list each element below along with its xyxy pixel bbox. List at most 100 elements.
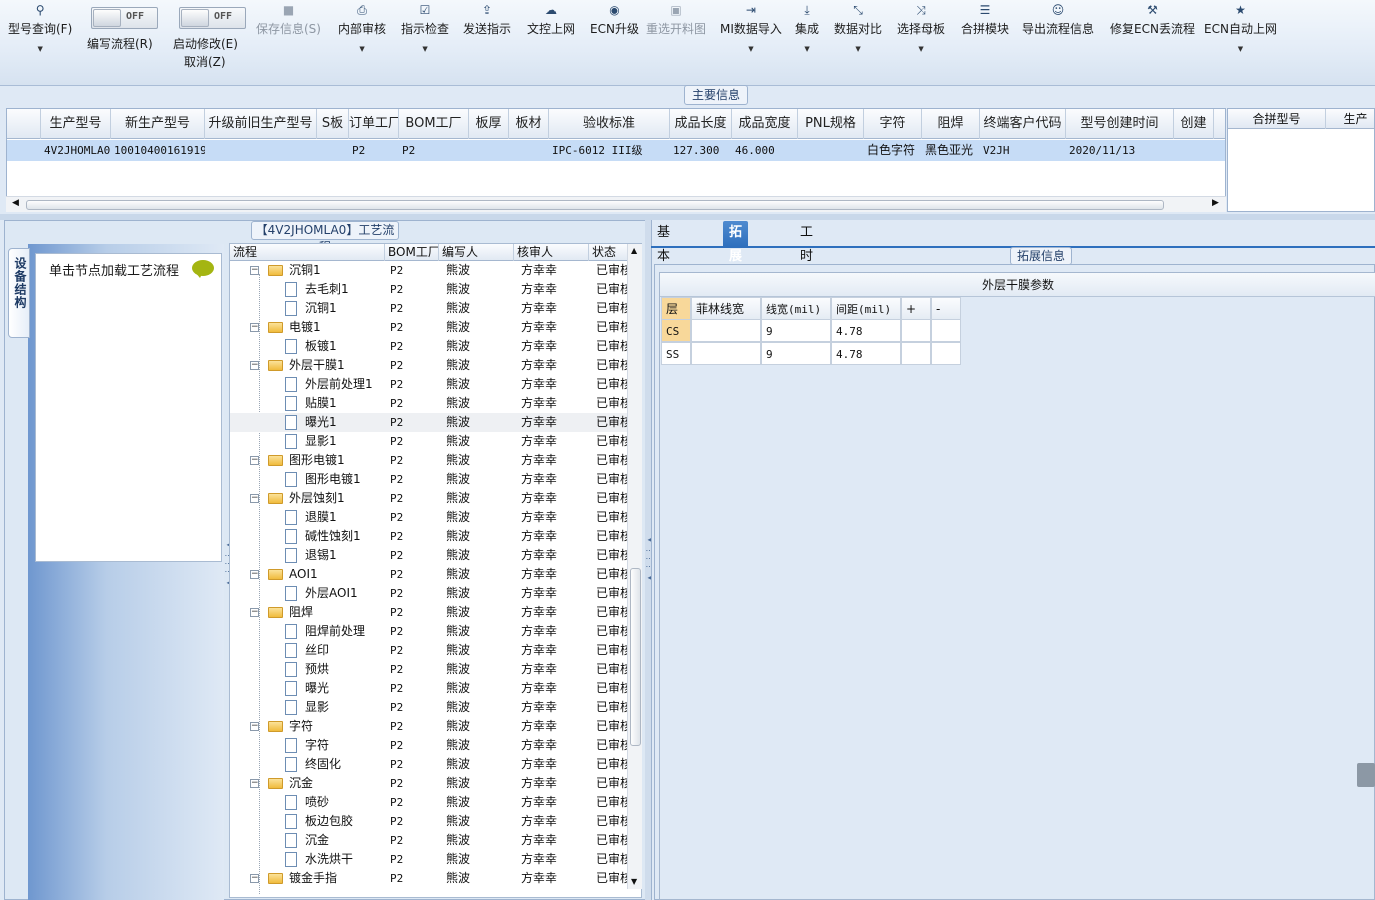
tree-column-header[interactable]: 流程	[230, 244, 385, 261]
tree-row[interactable]: 沉金 P2 熊波 方幸幸 已审核	[230, 831, 628, 850]
tree-row[interactable]: 喷砂 P2 熊波 方幸幸 已审核	[230, 793, 628, 812]
column-header[interactable]: 验收标准	[549, 109, 670, 139]
table-cell[interactable]	[509, 140, 549, 161]
toolbar-button-13[interactable]: ⤨ 选择母板 ▼	[897, 2, 945, 53]
horizontal-scrollbar[interactable]: ◀ ▶	[6, 196, 1226, 212]
layer-column-header[interactable]: 线宽(mil)	[761, 297, 831, 320]
tree-vertical-scrollbar[interactable]: ▲ ▼	[627, 244, 642, 889]
node-hint-box[interactable]: 单击节点加载工艺流程	[35, 253, 222, 562]
column-header[interactable]: BOM工厂	[399, 109, 469, 139]
tab-device-structure[interactable]: 设备结构	[8, 248, 30, 338]
tree-row[interactable]: − 阻焊 P2 熊波 方幸幸 已审核	[230, 603, 628, 622]
tree-scroll-thumb[interactable]	[630, 568, 641, 746]
table-row[interactable]: 4V2JHOMLA0 10010400161919 P2 P2 IPC-6012 III…	[7, 140, 1225, 161]
column-header[interactable]: 成品宽度	[732, 109, 798, 139]
toolbar-button-17[interactable]: ★ ECN自动上网 ▼	[1204, 2, 1277, 53]
toolbar-button-15[interactable]: ☺ 导出流程信息	[1022, 2, 1094, 37]
column-header[interactable]: 合拼型号	[1228, 109, 1326, 129]
table-cell[interactable]: V2JH	[980, 140, 1066, 161]
tree-row[interactable]: 图形电镀1 P2 熊波 方幸幸 已审核	[230, 470, 628, 489]
tree-row[interactable]: 丝印 P2 熊波 方幸幸 已审核	[230, 641, 628, 660]
tree-column-header[interactable]: BOM工厂	[385, 244, 439, 261]
table-cell[interactable]: P2	[349, 140, 399, 161]
collapse-icon[interactable]: −	[250, 779, 259, 788]
column-header[interactable]: 创建	[1174, 109, 1214, 139]
table-cell[interactable]	[469, 140, 509, 161]
table-cell[interactable]: 10010400161919	[111, 140, 205, 161]
column-header[interactable]: 字符	[864, 109, 922, 139]
tree-row[interactable]: 字符 P2 熊波 方幸幸 已审核	[230, 736, 628, 755]
column-header[interactable]: 型号创建时间	[1066, 109, 1174, 139]
write-process-toggle[interactable]: OFF	[91, 7, 158, 29]
layer-cell[interactable]	[931, 342, 961, 365]
toolbar-button-4[interactable]: ⎙ 内部审核 ▼	[338, 2, 386, 53]
toolbar-button-16[interactable]: ⚒ 修复ECN丢流程	[1110, 2, 1195, 37]
tree-row[interactable]: − 电镀1 P2 熊波 方幸幸 已审核	[230, 318, 628, 337]
toolbar-button-14[interactable]: ☰ 合拼模块	[961, 2, 1009, 37]
layer-cell[interactable]	[691, 319, 761, 342]
toolbar-button-7[interactable]: ☁ 文控上网	[527, 2, 575, 37]
tree-row[interactable]: 去毛刺1 P2 熊波 方幸幸 已审核	[230, 280, 628, 299]
collapse-icon[interactable]: −	[250, 608, 259, 617]
column-header[interactable]: S板	[317, 109, 349, 139]
column-header[interactable]: 板厚	[469, 109, 509, 139]
tree-column-header[interactable]: 核审人	[514, 244, 589, 261]
tree-row[interactable]: 退锡1 P2 熊波 方幸幸 已审核	[230, 546, 628, 565]
toolbar-button-3[interactable]: ■ 保存信息(S)	[256, 2, 321, 37]
start-modify-label[interactable]: 启动修改(E)	[173, 35, 238, 52]
layer-cell[interactable]	[931, 319, 961, 342]
tree-column-header[interactable]: 编写人	[439, 244, 514, 261]
layer-column-header[interactable]: 菲林线宽	[691, 297, 761, 320]
tree-row[interactable]: 显影1 P2 熊波 方幸幸 已审核	[230, 432, 628, 451]
column-header[interactable]: PNL规格	[798, 109, 864, 139]
tree-column-header[interactable]: 状态	[589, 244, 629, 261]
layer-column-header[interactable]: -	[931, 297, 961, 320]
collapse-icon[interactable]: −	[250, 722, 259, 731]
toolbar-button-10[interactable]: ⇥ MI数据导入 ▼	[720, 2, 782, 53]
layer-cell[interactable]: CS	[661, 319, 691, 342]
layer-cell[interactable]	[691, 342, 761, 365]
dropdown-arrow-icon[interactable]: ▼	[897, 45, 945, 53]
process-tree[interactable]: 流程BOM工厂编写人核审人状态 −沉铜1P2熊波方幸幸已审核去毛刺1P2熊波方幸…	[229, 243, 642, 898]
column-header[interactable]: 阻焊	[922, 109, 980, 139]
tree-row[interactable]: − 沉金 P2 熊波 方幸幸 已审核	[230, 774, 628, 793]
toolbar-button-5[interactable]: ☑ 指示检查 ▼	[401, 2, 449, 53]
dropdown-arrow-icon[interactable]: ▼	[338, 45, 386, 53]
side-handle-icon[interactable]	[1357, 763, 1375, 787]
column-header[interactable]: 订单工厂	[349, 109, 399, 139]
layer-column-header[interactable]: +	[901, 297, 931, 320]
table-cell[interactable]: 2020/11/13	[1066, 140, 1174, 161]
toolbar-button-0[interactable]: ⚲ 型号查询(F) ▼	[8, 2, 72, 53]
layer-cell[interactable]: 4.78	[831, 319, 901, 342]
cancel-label[interactable]: 取消(Z)	[184, 53, 226, 70]
toolbar-button-8[interactable]: ◉ ECN升级	[590, 2, 639, 37]
scroll-thumb[interactable]	[26, 200, 1164, 210]
tree-row[interactable]: 碱性蚀刻1 P2 熊波 方幸幸 已审核	[230, 527, 628, 546]
scroll-down-icon[interactable]: ▼	[631, 877, 637, 886]
table-cell[interactable]	[1174, 140, 1214, 161]
tree-row[interactable]: − AOI1 P2 熊波 方幸幸 已审核	[230, 565, 628, 584]
toolbar-button-11[interactable]: ⤓ 集成 ▼	[795, 2, 819, 53]
write-process-label[interactable]: 编写流程(R)	[87, 35, 153, 52]
tree-row[interactable]: 终固化 P2 熊波 方幸幸 已审核	[230, 755, 628, 774]
table-cell[interactable]	[205, 140, 317, 161]
tree-row[interactable]: 板镀1 P2 熊波 方幸幸 已审核	[230, 337, 628, 356]
layer-column-header[interactable]: 间距(mil)	[831, 297, 901, 320]
table-cell[interactable]	[317, 140, 349, 161]
table-cell[interactable]	[798, 140, 864, 161]
collapse-icon[interactable]: −	[250, 494, 259, 503]
tab-2[interactable]: 工时	[794, 221, 819, 264]
dropdown-arrow-icon[interactable]: ▼	[8, 45, 72, 53]
scroll-right-icon[interactable]: ▶	[1212, 198, 1219, 208]
collapse-icon[interactable]: −	[250, 456, 259, 465]
layer-column-header[interactable]: 层	[661, 297, 691, 320]
table-cell[interactable]: 4V2JHOMLA0	[41, 140, 111, 161]
toolbar-button-9[interactable]: ▣ 重选开料图	[646, 2, 706, 37]
tree-row[interactable]: 水洗烘干 P2 熊波 方幸幸 已审核	[230, 850, 628, 869]
tree-row[interactable]: − 字符 P2 熊波 方幸幸 已审核	[230, 717, 628, 736]
tree-row[interactable]: − 镀金手指 P2 熊波 方幸幸 已审核	[230, 869, 628, 888]
dropdown-arrow-icon[interactable]: ▼	[720, 45, 782, 53]
table-cell[interactable]: 黑色亚光	[922, 140, 980, 161]
tree-row[interactable]: 显影 P2 熊波 方幸幸 已审核	[230, 698, 628, 717]
column-header[interactable]: 升级前旧生产型号	[205, 109, 317, 139]
